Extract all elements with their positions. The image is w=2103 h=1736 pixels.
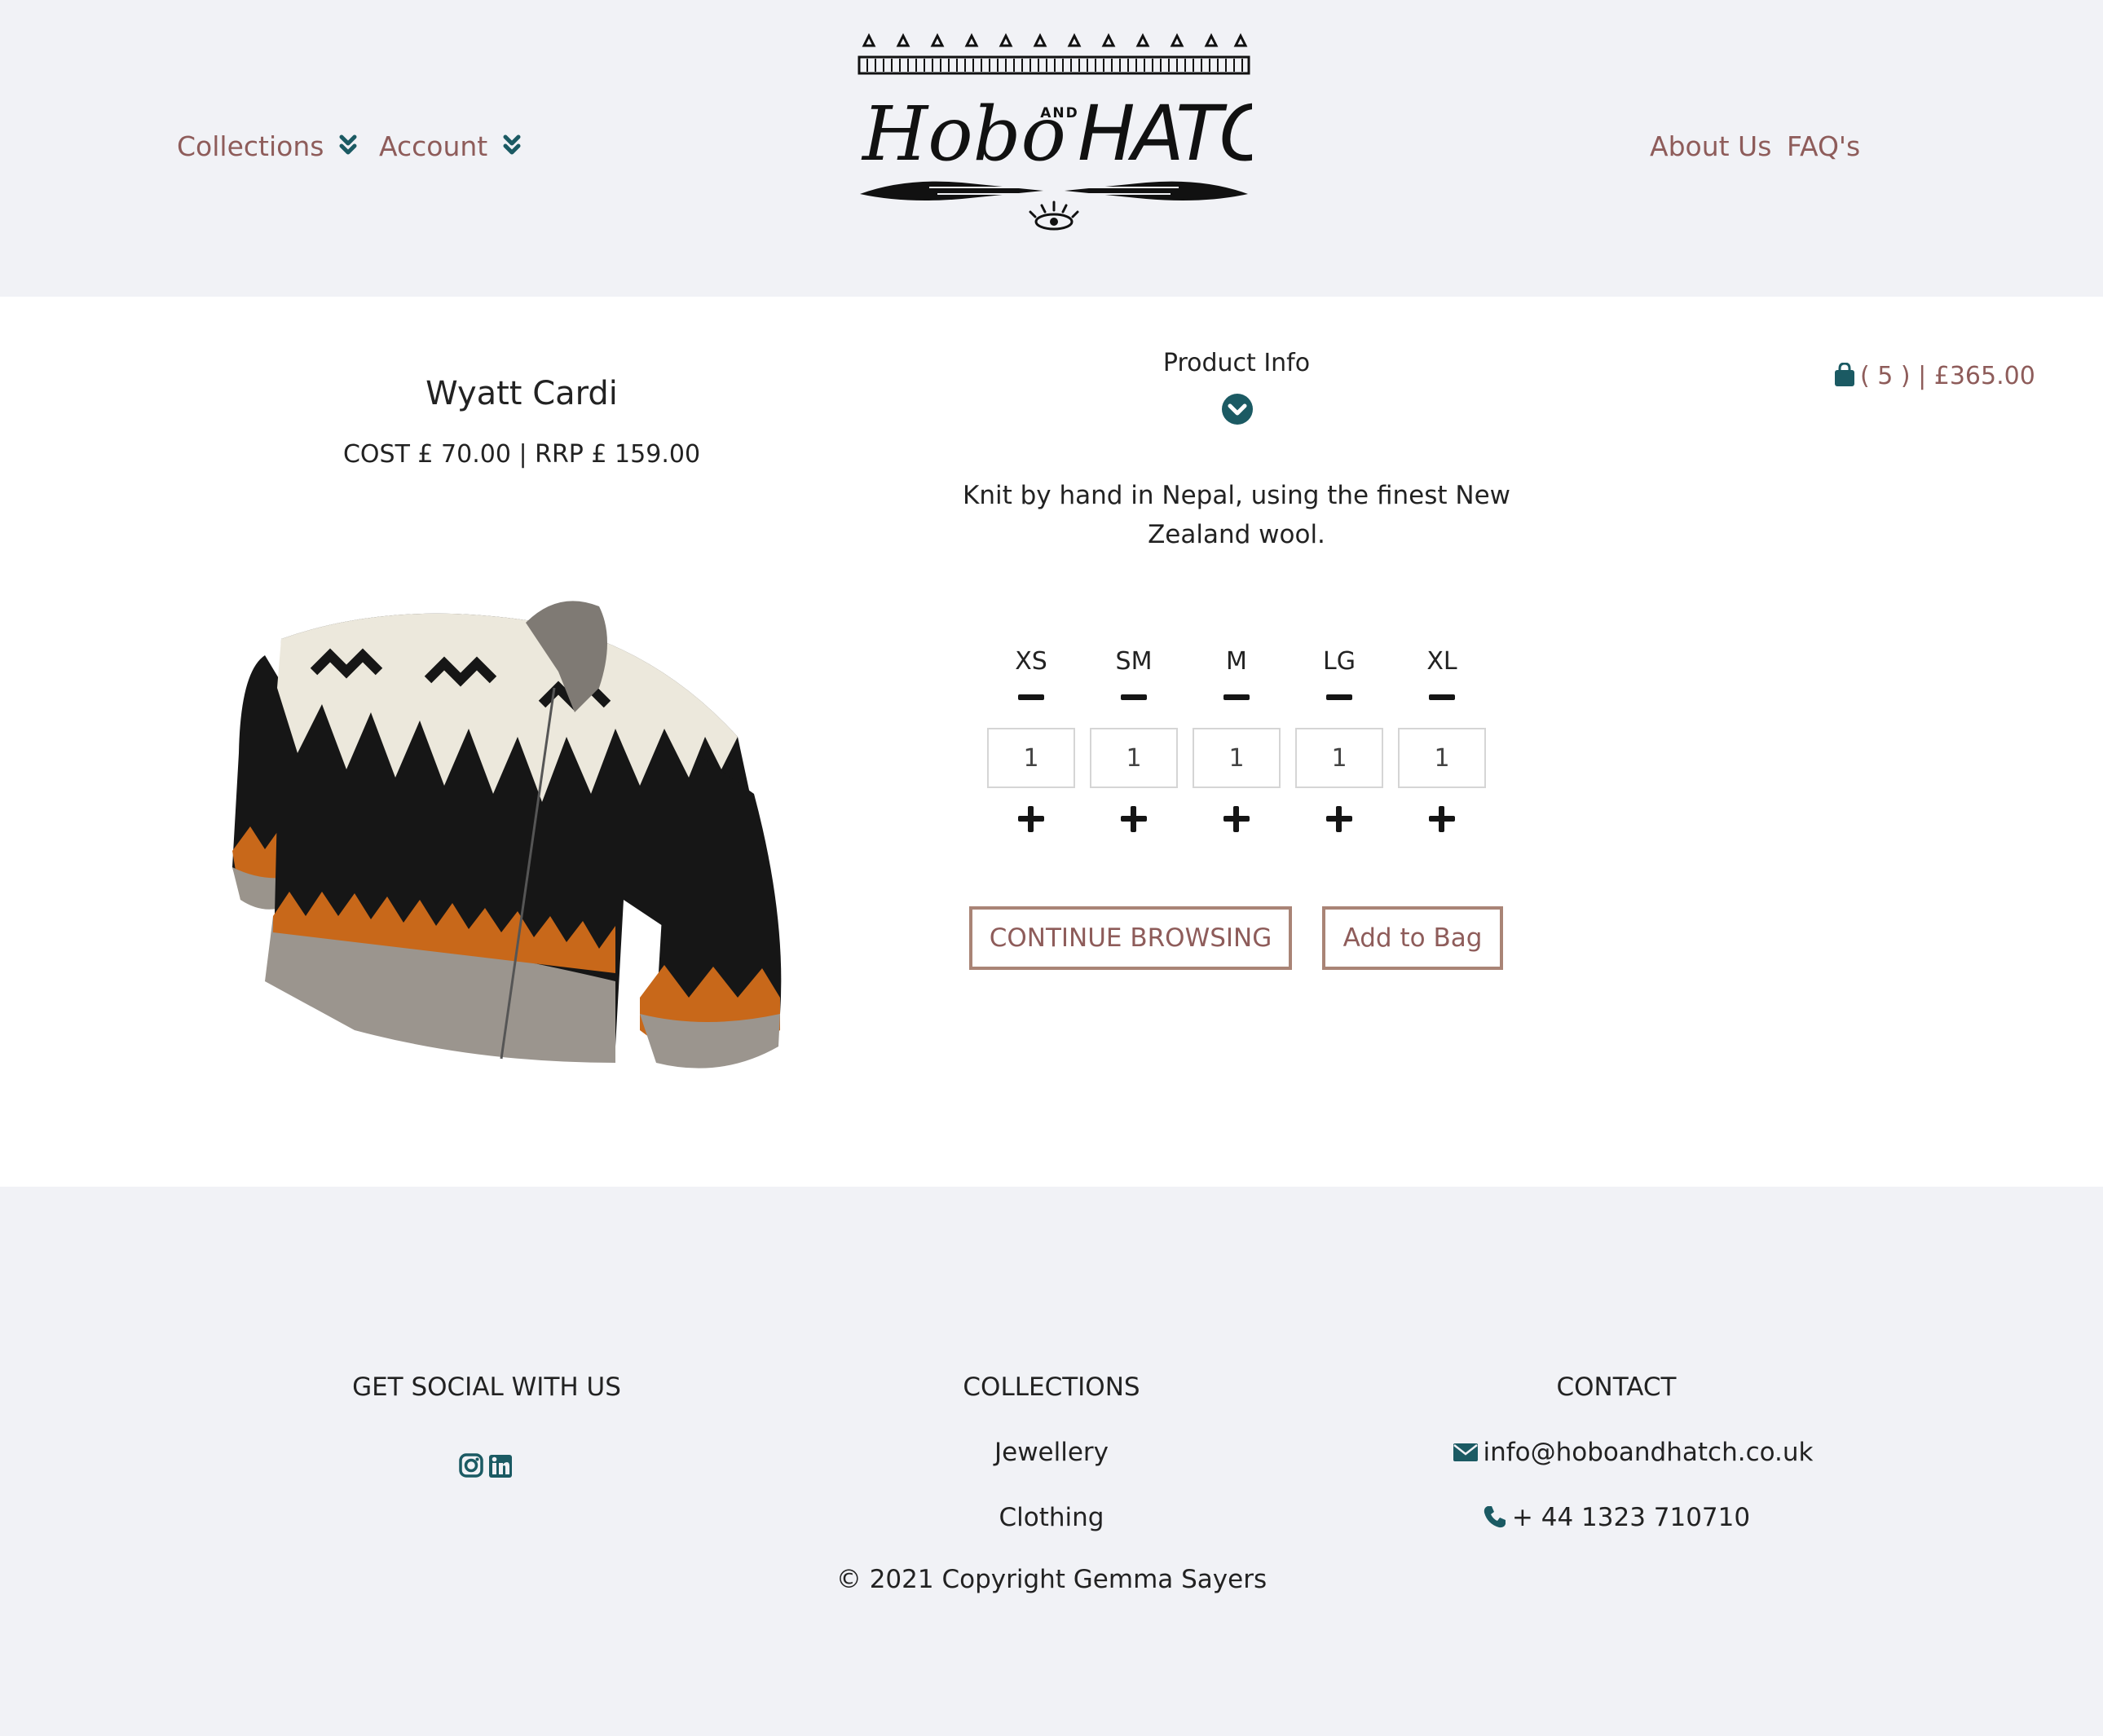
quantity-input[interactable] [1193,728,1281,788]
increase-quantity-button[interactable] [1223,806,1250,832]
footer-email[interactable]: info@hoboandhatch.co.uk [1404,1438,1861,1467]
double-chevron-down-icon [503,134,521,155]
site-logo[interactable]: Hobo AND HATCH [856,31,1252,235]
nav-about-us-label: About Us [1650,130,1772,162]
nav-collections[interactable]: Collections [177,130,357,162]
nav-collections-label: Collections [177,130,324,162]
instagram-icon[interactable] [459,1453,483,1478]
logo-text-mid: AND [1040,105,1079,121]
footer-collections-heading: COLLECTIONS [963,1372,1140,1402]
footer-email-text: info@hoboandhatch.co.uk [1483,1438,1814,1467]
chevron-down-circle-icon[interactable] [1221,393,1254,425]
product-section: Wyatt Cardi COST £ 70.00 | RRP £ 159.00 … [0,297,2103,1187]
size-label: M [1226,647,1247,676]
linkedin-icon[interactable] [489,1455,512,1478]
size-label: XL [1426,647,1457,676]
decrease-quantity-button[interactable] [1121,694,1147,700]
nav-faqs-label: FAQ's [1787,130,1861,162]
size-selector-sm: SM [1089,647,1179,832]
size-selector-xl: XL [1397,647,1487,832]
decrease-quantity-button[interactable] [1326,694,1352,700]
size-label: XS [1015,647,1047,676]
footer-phone-text: + 44 1323 710710 [1511,1503,1751,1532]
double-chevron-down-icon [339,134,357,155]
add-to-bag-button[interactable]: Add to Bag [1322,906,1503,970]
social-icons [459,1453,512,1478]
site-header: Collections Account Hobo AND HAT About U… [0,0,2103,297]
footer-link-jewellery[interactable]: Jewellery [823,1438,1280,1467]
footer-social-heading: GET SOCIAL WITH US [352,1372,621,1402]
quantity-input[interactable] [1090,728,1178,788]
nav-account[interactable]: Account [379,130,521,162]
nav-faqs[interactable]: FAQ's [1787,130,1860,162]
increase-quantity-button[interactable] [1429,806,1455,832]
copyright: © 2021 Copyright Gemma Sayers [835,1565,1268,1594]
footer-link-clothing[interactable]: Clothing [823,1503,1280,1532]
shopping-bag-icon [1835,362,1854,386]
nav-account-label: Account [379,130,488,162]
size-selector-lg: LG [1294,647,1384,832]
product-title: Wyatt Cardi [425,375,618,412]
site-footer: GET SOCIAL WITH US COLLECTIONS Jewellery… [0,1187,2103,1736]
product-price: COST £ 70.00 | RRP £ 159.00 [342,440,701,469]
footer-phone[interactable]: + 44 1323 710710 [1388,1503,1845,1532]
increase-quantity-button[interactable] [1326,806,1352,832]
cart-summary-text: ( 5 ) | £365.00 [1860,362,2035,390]
logo-text-right: HATCH [1078,90,1252,178]
envelope-icon [1453,1443,1478,1461]
size-label: LG [1323,647,1356,676]
size-selector-m: M [1192,647,1281,832]
continue-browsing-button[interactable]: CONTINUE BROWSING [969,906,1292,970]
nav-about-us[interactable]: About Us [1650,130,1771,162]
decrease-quantity-button[interactable] [1429,694,1455,700]
phone-icon [1484,1506,1506,1528]
quantity-input[interactable] [987,728,1075,788]
increase-quantity-button[interactable] [1018,806,1044,832]
quantity-input[interactable] [1398,728,1486,788]
decrease-quantity-button[interactable] [1018,694,1044,700]
product-info-title: Product Info [1162,349,1311,377]
footer-contact-heading: CONTACT [1556,1372,1677,1402]
decrease-quantity-button[interactable] [1223,694,1250,700]
size-label: SM [1115,647,1153,676]
logo-text-left: Hobo [861,90,1066,178]
increase-quantity-button[interactable] [1121,806,1147,832]
size-selector-xs: XS [986,647,1076,832]
quantity-input[interactable] [1295,728,1383,788]
product-description: Knit by hand in Nepal, using the finest … [962,481,1510,549]
product-image [232,601,782,1068]
cart-summary[interactable]: ( 5 ) | £365.00 [1834,362,2035,390]
